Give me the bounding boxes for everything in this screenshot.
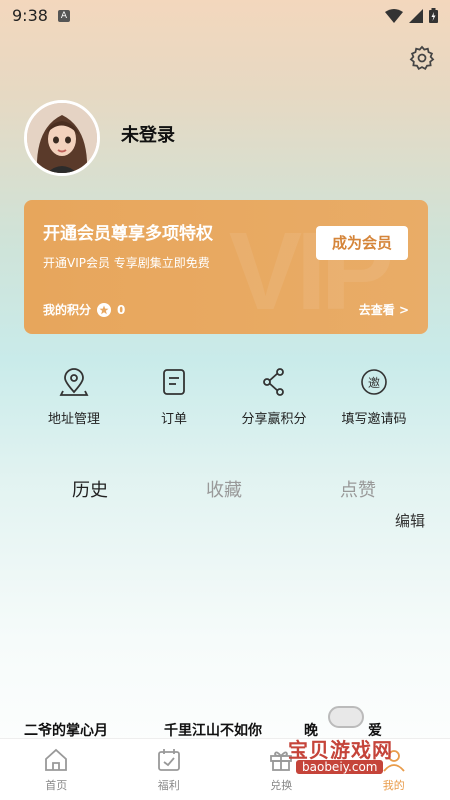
bottom-nav: 首页 福利 兑换 我的	[0, 738, 450, 800]
profile-icon	[383, 750, 405, 772]
title-item[interactable]: 晚	[304, 720, 318, 740]
tab-likes[interactable]: 点赞	[340, 476, 376, 502]
gear-icon	[409, 45, 435, 71]
vip-card[interactable]: VIP 开通会员尊享多项特权 开通VIP会员 专享剧集立即免费 成为会员 我的积…	[24, 200, 428, 334]
edit-button[interactable]: 编辑	[395, 510, 425, 531]
orders-button[interactable]: 订单	[124, 366, 224, 427]
nav-exchange[interactable]: 兑换	[225, 739, 338, 800]
recent-titles: 二爷的掌心月 千里江山不如你 晚 爱	[0, 720, 450, 740]
home-icon	[45, 748, 68, 771]
orders-label: 订单	[160, 412, 187, 427]
settings-button[interactable]	[408, 44, 436, 72]
avatar[interactable]	[24, 100, 100, 176]
wifi-icon	[385, 8, 403, 23]
status-icons	[385, 8, 438, 23]
become-member-button[interactable]: 成为会员	[316, 226, 408, 260]
title-item[interactable]: 千里江山不如你	[164, 720, 262, 740]
gift-icon	[270, 751, 293, 771]
notification-icon: A	[58, 10, 70, 22]
nav-mine-label: 我的	[382, 779, 405, 792]
vip-subtitle: 开通VIP会员 专享剧集立即免费	[43, 256, 210, 270]
battery-icon	[429, 8, 438, 23]
points-row: 我的积分 0	[43, 301, 125, 318]
nav-home-label: 首页	[45, 779, 68, 792]
tab-favorites[interactable]: 收藏	[206, 476, 242, 502]
invite-code-icon: 邀	[361, 369, 387, 395]
invite-code-label: 填写邀请码	[341, 412, 407, 427]
nav-welfare[interactable]: 福利	[113, 739, 226, 800]
share-earn-points-button[interactable]: 分享赢积分	[224, 366, 324, 427]
quick-actions: 地址管理 订单 分享赢积分 邀 填写邀请码	[0, 366, 450, 427]
points-value: 0	[117, 302, 126, 317]
title-item[interactable]: 二爷的掌心月	[24, 720, 108, 740]
title-item[interactable]: 爱	[368, 720, 382, 740]
signal-icon	[409, 8, 423, 23]
address-management-button[interactable]: 地址管理	[24, 366, 124, 427]
invite-icon-text: 邀	[368, 375, 380, 390]
nav-exchange-label: 兑换	[270, 779, 293, 792]
status-bar: 9:38 A	[0, 0, 450, 32]
share-icon	[263, 368, 284, 396]
points-label: 我的积分	[43, 303, 92, 317]
view-more-link[interactable]: 去查看 >	[359, 301, 409, 318]
address-management-label: 地址管理	[47, 412, 100, 427]
vip-title: 开通会员尊享多项特权	[43, 224, 213, 244]
avatar-portrait-icon	[27, 103, 97, 173]
nav-mine[interactable]: 我的	[338, 739, 450, 800]
order-list-icon	[163, 369, 185, 395]
nav-home[interactable]: 首页	[0, 739, 113, 800]
username-label[interactable]: 未登录	[121, 121, 175, 147]
nav-welfare-label: 福利	[157, 779, 180, 792]
location-pin-icon	[59, 368, 89, 396]
content-tabs: 历史 收藏 点赞	[0, 476, 450, 506]
star-icon	[97, 302, 112, 317]
status-time: 9:38	[12, 6, 48, 25]
tab-history[interactable]: 历史	[72, 476, 108, 502]
calendar-check-icon	[157, 749, 180, 771]
share-earn-points-label: 分享赢积分	[241, 412, 307, 427]
invite-code-button[interactable]: 邀 填写邀请码	[324, 366, 424, 427]
